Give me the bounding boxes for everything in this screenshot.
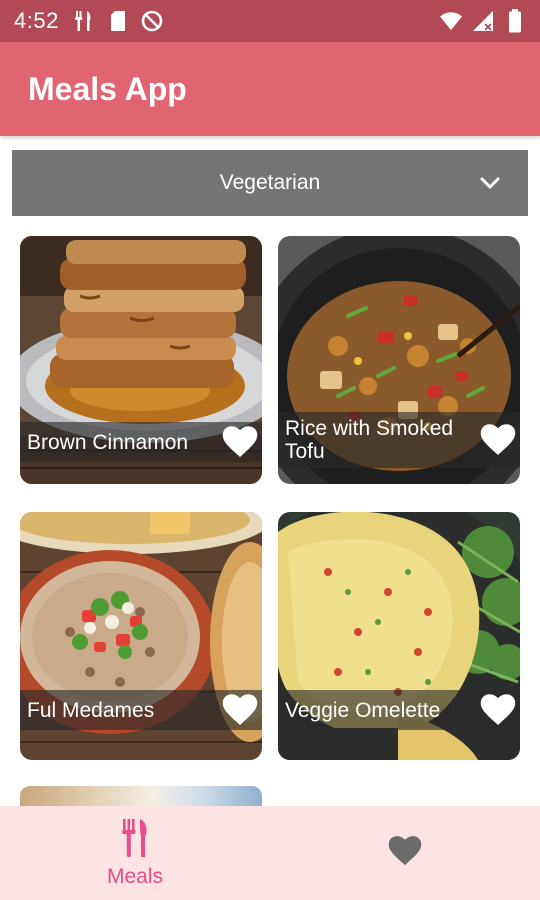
status-bar: 4:52: [0, 0, 540, 42]
status-time: 4:52: [14, 8, 59, 33]
heart-icon[interactable]: [480, 423, 516, 457]
meal-title: Brown Cinnamon: [27, 430, 189, 454]
category-dropdown[interactable]: Vegetarian: [12, 150, 528, 216]
dropdown-selected-value: Vegetarian: [219, 171, 321, 194]
heart-icon: [388, 835, 422, 872]
sd-card-icon: [107, 10, 129, 32]
bottom-nav: Meals: [0, 806, 540, 900]
meal-card-partial[interactable]: [20, 786, 262, 806]
status-right-icons: [440, 9, 526, 33]
heart-icon[interactable]: [480, 693, 516, 727]
status-left-icons: [73, 10, 163, 32]
nav-item-meals[interactable]: Meals: [0, 806, 270, 900]
meal-card-rice-smoked-tofu[interactable]: Rice with Smoked Tofu: [278, 236, 520, 484]
meal-title: Ful Medames: [27, 698, 155, 722]
do-not-disturb-icon: [141, 10, 163, 32]
meal-card-caption: Ful Medames: [20, 690, 262, 730]
meal-card-brown-cinnamon[interactable]: Brown Cinnamon: [20, 236, 262, 484]
meal-card-caption: Brown Cinnamon: [20, 422, 262, 462]
chevron-down-icon: [478, 171, 502, 195]
meal-card-caption: Rice with Smoked Tofu: [278, 412, 520, 468]
nav-label-meals: Meals: [106, 864, 164, 888]
fork-knife-icon: [121, 818, 149, 863]
signal-icon: [472, 10, 494, 32]
meal-card-caption: Veggie Omelette: [278, 690, 520, 730]
meal-title: Rice with Smoked Tofu: [285, 417, 454, 463]
fork-knife-icon: [73, 10, 95, 32]
battery-icon: [504, 9, 526, 33]
nav-item-favorites[interactable]: [270, 806, 540, 900]
app-bar: Meals App: [0, 42, 540, 136]
meal-card-veggie-omelette[interactable]: Veggie Omelette: [278, 512, 520, 760]
app-title: Meals App: [28, 70, 187, 107]
heart-icon[interactable]: [222, 693, 258, 727]
meal-card-ful-medames[interactable]: Ful Medames: [20, 512, 262, 760]
wifi-icon: [440, 10, 462, 32]
meal-title: Veggie Omelette: [285, 698, 441, 722]
heart-icon[interactable]: [222, 425, 258, 459]
